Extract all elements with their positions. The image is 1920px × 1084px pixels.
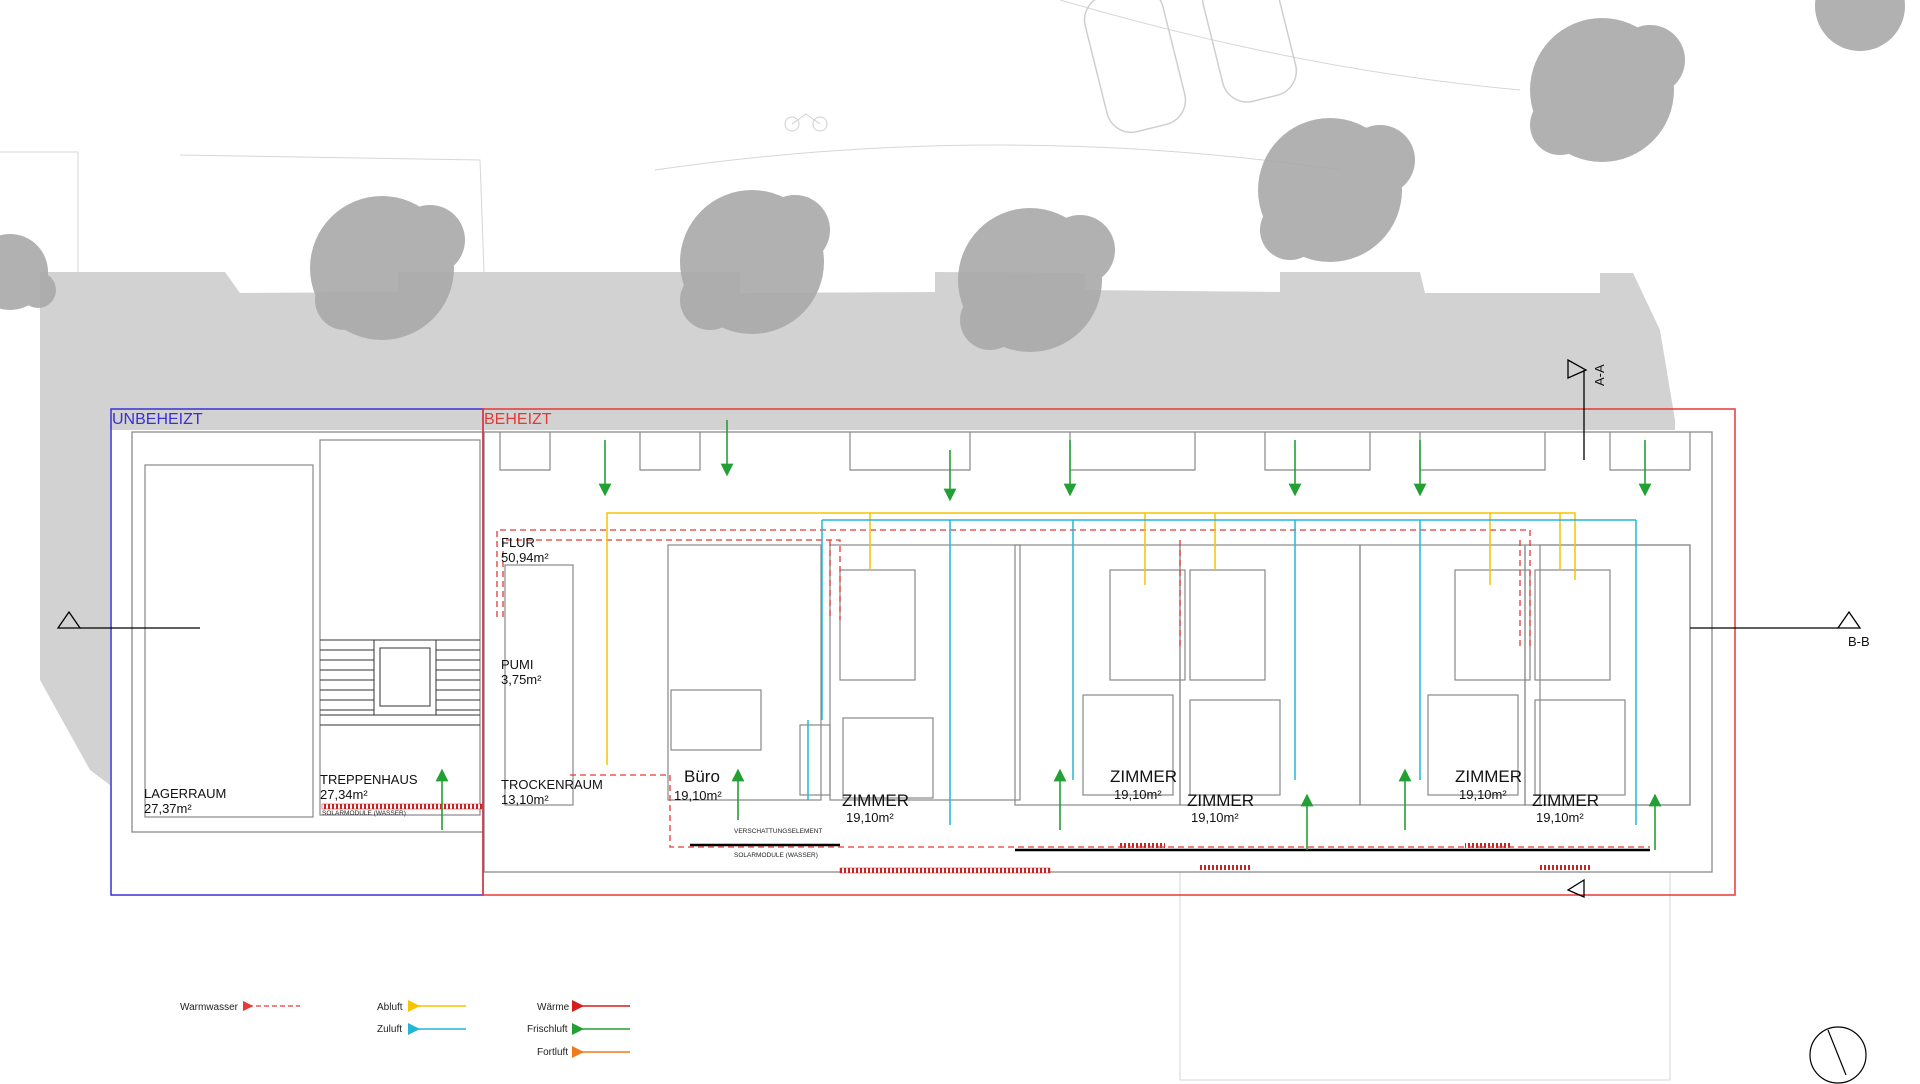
legend-label-waerme: Wärme xyxy=(537,1002,570,1013)
legend-label-warmwasser: Warmwasser xyxy=(180,1002,239,1013)
legend-label-zuluft: Zuluft xyxy=(377,1024,402,1035)
room-area-trocken: 13,10m² xyxy=(501,792,549,807)
section-aa-label: A-A xyxy=(1592,364,1607,386)
legend: Warmwasser Abluft Zuluft Wärme Frischluf… xyxy=(180,1000,630,1058)
room-name-z1: ZIMMER xyxy=(842,791,909,810)
room-name-z5: ZIMMER xyxy=(1532,791,1599,810)
room-name-z3: ZIMMER xyxy=(1187,791,1254,810)
car-icon xyxy=(1083,0,1298,134)
room-area-flur: 50,94m² xyxy=(501,550,549,565)
annotation-solar-stair: SOLARMODULE (WASSER) xyxy=(322,810,406,817)
room-area-z2: 19,10m² xyxy=(1114,787,1162,802)
heated-zone-label: BEHEIZT xyxy=(484,411,552,428)
bicycle-icon xyxy=(784,113,828,132)
section-bb-label: B-B xyxy=(1848,634,1870,649)
annotation-solar-main: SOLARMODULE (WASSER) xyxy=(734,852,818,859)
room-name-flur: FLUR xyxy=(501,535,535,550)
room-name-z4: ZIMMER xyxy=(1455,767,1522,786)
room-area-z1: 19,10m² xyxy=(846,810,894,825)
room-area-z5: 19,10m² xyxy=(1536,810,1584,825)
annotation-shading: VERSCHATTUNGSELEMENT xyxy=(734,828,822,835)
room-name-treppe: TREPPENHAUS xyxy=(320,772,418,787)
room-area-lager: 27,37m² xyxy=(144,801,192,816)
room-name-trocken: TROCKENRAUM xyxy=(501,777,603,792)
room-area-z4: 19,10m² xyxy=(1459,787,1507,802)
room-name-buero: Büro xyxy=(684,767,720,786)
legend-label-fortluft: Fortluft xyxy=(537,1047,568,1058)
room-area-z3: 19,10m² xyxy=(1191,810,1239,825)
legend-label-abluft: Abluft xyxy=(377,1002,403,1013)
room-area-pumi: 3,75m² xyxy=(501,672,542,687)
floor-plan: UNBEHEIZT BEHEIZT A-A B-B LAGERRAUM 27,3… xyxy=(0,0,1905,1084)
room-area-buero: 19,10m² xyxy=(674,788,722,803)
room-area-treppe: 27,34m² xyxy=(320,787,368,802)
room-name-lager: LAGERRAUM xyxy=(144,786,226,801)
legend-label-frischluft: Frischluft xyxy=(527,1024,568,1035)
room-name-z2: ZIMMER xyxy=(1110,767,1177,786)
unheated-zone-label: UNBEHEIZT xyxy=(112,411,203,428)
room-name-pumi: PUMI xyxy=(501,657,534,672)
north-arrow-icon xyxy=(1809,1026,1867,1084)
